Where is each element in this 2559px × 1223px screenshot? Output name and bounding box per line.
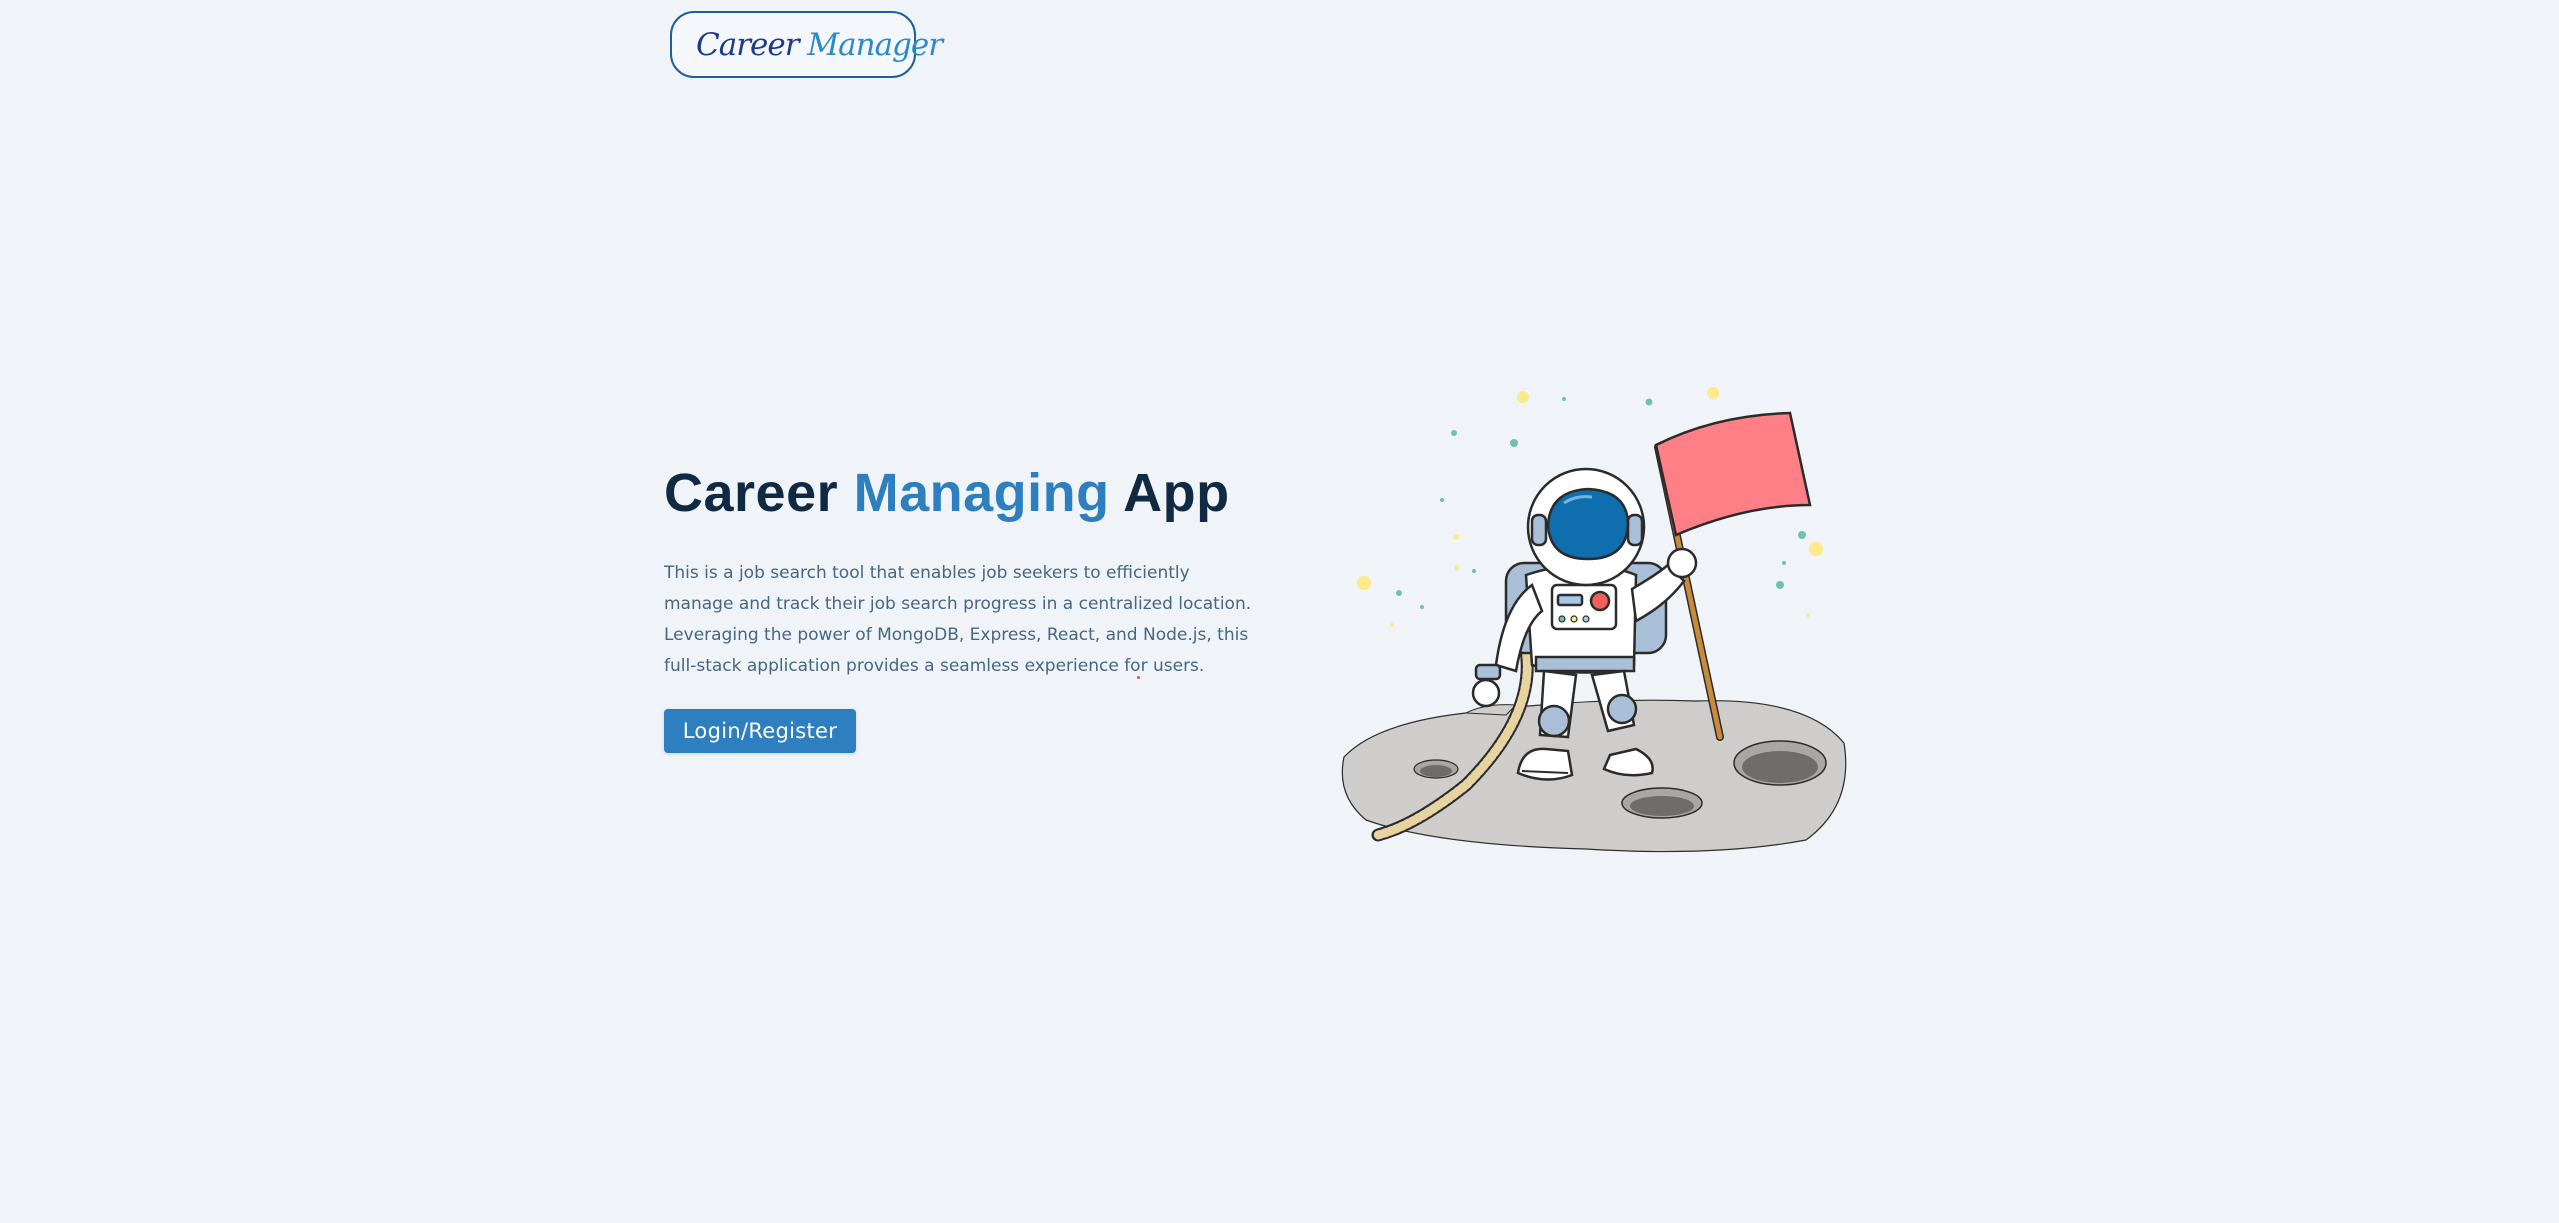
hero-title: Career Managing App — [664, 463, 1230, 523]
hero-title-end: App — [1123, 463, 1230, 523]
astronaut-flag-moon-illustration — [1341, 387, 1847, 853]
logo-text-second: Manager — [807, 26, 943, 63]
hero-description: This is a job search tool that enables j… — [664, 563, 1252, 676]
moon-surface — [1341, 699, 1847, 853]
logo-text-first: Career — [696, 26, 800, 63]
decorative-dot — [1137, 676, 1140, 679]
hero-title-start: Career — [664, 463, 839, 523]
logo-text: Career Manager — [696, 26, 943, 63]
login-register-button[interactable]: Login/Register — [664, 709, 856, 753]
hero-title-accent: Managing — [853, 463, 1110, 523]
logo[interactable]: Career Manager — [670, 11, 943, 78]
